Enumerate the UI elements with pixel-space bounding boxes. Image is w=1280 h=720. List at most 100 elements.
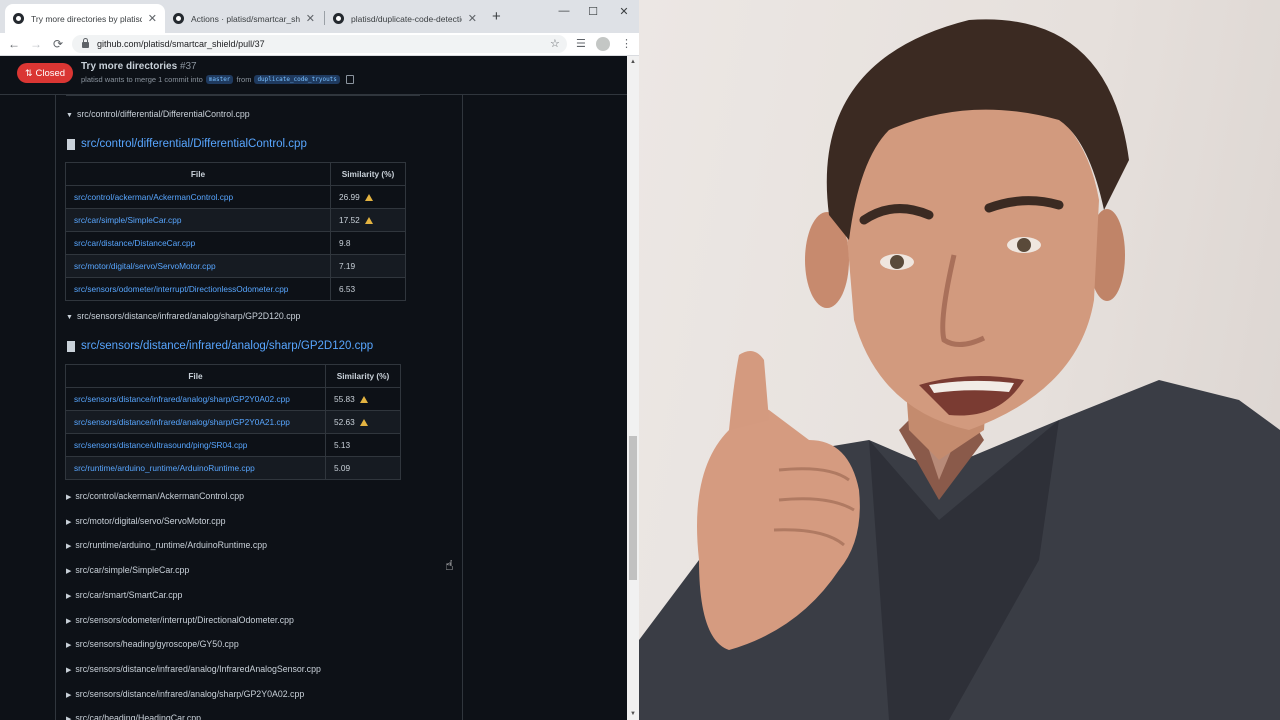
collapsed-triangle-icon: ▶ — [66, 494, 72, 501]
details-summary[interactable]: ▶ src/runtime/arduino_runtime/ArduinoRunt… — [66, 540, 267, 550]
details-summary-label: src/sensors/distance/infrared/analog/sha… — [76, 311, 301, 321]
close-tab-icon[interactable]: ✕ — [468, 12, 477, 25]
details-summary[interactable]: ▶ src/car/simple/SimpleCar.cpp — [66, 565, 189, 575]
similarity-cell: 5.13 — [325, 433, 401, 457]
file-heading-link[interactable]: src/control/differential/DifferentialCon… — [81, 138, 307, 150]
back-button[interactable]: ← — [6, 36, 22, 52]
table-row: src/car/simple/SimpleCar.cpp 17.52 — [65, 208, 406, 232]
file-link[interactable]: src/runtime/arduino_runtime/ArduinoRunti… — [65, 456, 326, 480]
github-icon — [333, 13, 344, 24]
collapsed-triangle-icon: ▶ — [66, 691, 72, 699]
details-summary[interactable]: ▶ src/control/ackerman/AckermanControl.cp… — [66, 491, 244, 501]
base-branch[interactable]: master — [205, 75, 234, 84]
details-summary-label: src/control/ackerman/AckermanControl.cpp — [75, 491, 245, 501]
close-window-button[interactable]: ✕ — [614, 5, 634, 18]
tab-strip: Try more directories by platisd · P ✕ Ac… — [0, 0, 639, 33]
reload-button[interactable]: ⟳ — [50, 36, 66, 52]
tab-pull-request[interactable]: Try more directories by platisd · P ✕ — [5, 4, 165, 33]
pr-closed-icon: ⇅ — [24, 67, 33, 78]
collapsed-triangle-icon: ▶ — [66, 642, 72, 650]
column-header-file: File — [65, 162, 331, 186]
details-summary-label: src/car/simple/SimpleCar.cpp — [75, 565, 190, 576]
similarity-cell: 55.83 — [325, 387, 401, 411]
bookmark-star-icon[interactable]: ☆ — [550, 37, 560, 51]
file-heading[interactable]: src/sensors/distance/infrared/analog/sha… — [67, 340, 373, 352]
pr-author[interactable]: platisd — [81, 75, 103, 84]
similarity-value: 55.83 — [334, 394, 355, 404]
new-tab-button[interactable]: + — [492, 9, 501, 24]
similarity-value: 6.53 — [339, 284, 356, 294]
address-bar[interactable]: github.com/platisd/smartcar_shield/pull/… — [72, 35, 567, 53]
details-summary[interactable]: ▶ src/car/smart/SmartCar.cpp — [66, 590, 182, 600]
file-heading[interactable]: src/control/differential/DifferentialCon… — [67, 138, 307, 150]
details-summary-label: src/runtime/arduino_runtime/ArduinoRunti… — [75, 540, 268, 551]
copy-icon[interactable] — [345, 75, 354, 84]
scrollbar-thumb[interactable] — [629, 436, 637, 580]
file-heading-link[interactable]: src/sensors/distance/infrared/analog/sha… — [81, 340, 373, 352]
mouse-cursor-icon: ☝ — [445, 557, 454, 573]
file-link[interactable]: src/sensors/distance/infrared/analog/sha… — [65, 410, 326, 434]
details-summary[interactable]: ▶ src/motor/digital/servo/ServoMotor.cpp — [66, 516, 225, 526]
url-text: github.com/platisd/smartcar_shield/pull/… — [97, 39, 265, 49]
close-tab-icon[interactable]: ✕ — [148, 12, 157, 25]
file-link[interactable]: src/car/simple/SimpleCar.cpp — [65, 208, 331, 232]
lock-icon — [82, 38, 89, 48]
github-icon — [173, 13, 184, 24]
maximize-button[interactable]: ☐ — [583, 5, 603, 18]
collapsed-triangle-icon: ▶ — [66, 543, 72, 551]
table-row: src/sensors/distance/ultrasound/ping/SR0… — [65, 433, 401, 457]
table-row: src/sensors/odometer/interrupt/Direction… — [65, 277, 406, 301]
details-summary[interactable]: ▶ src/sensors/distance/infrared/analog/In… — [66, 664, 321, 674]
similarity-table: File Similarity (%) src/control/ackerman… — [65, 162, 406, 301]
scroll-down-arrow-icon[interactable]: ▼ — [630, 711, 636, 717]
file-link[interactable]: src/sensors/odometer/interrupt/Direction… — [65, 277, 331, 301]
warning-icon — [359, 419, 368, 426]
reading-list-icon[interactable]: ☰ — [576, 37, 586, 51]
table-row: src/sensors/distance/infrared/analog/sha… — [65, 387, 401, 411]
details-summary[interactable]: ▶ src/sensors/heading/gyroscope/GY50.cpp — [66, 639, 239, 649]
warning-icon — [359, 396, 368, 403]
close-tab-icon[interactable]: ✕ — [306, 12, 315, 25]
browser-toolbar: ← → ⟳ github.com/platisd/smartcar_shield… — [0, 33, 639, 56]
expanded-triangle-icon: ▼ — [66, 314, 73, 321]
details-summary-label: src/motor/digital/servo/ServoMotor.cpp — [75, 515, 226, 526]
table-row: src/sensors/distance/infrared/analog/sha… — [65, 410, 401, 434]
tab-title: Try more directories by platisd · P — [31, 13, 142, 24]
warning-icon — [364, 217, 373, 224]
details-summary[interactable]: ▼ src/sensors/distance/infrared/analog/sh… — [66, 311, 300, 321]
tab-actions[interactable]: Actions · platisd/smartcar_shield ✕ — [165, 4, 323, 33]
similarity-value: 26.99 — [339, 192, 360, 202]
collapsed-triangle-icon: ▶ — [66, 617, 72, 625]
head-branch[interactable]: duplicate_code_tryouts — [254, 75, 340, 84]
file-link[interactable]: src/motor/digital/servo/ServoMotor.cpp — [65, 254, 331, 278]
details-summary[interactable]: ▶ src/sensors/odometer/interrupt/Directio… — [66, 615, 294, 625]
profile-avatar[interactable] — [596, 37, 610, 51]
collapsed-triangle-icon: ▶ — [66, 592, 72, 600]
similarity-cell: 26.99 — [330, 185, 406, 209]
similarity-value: 52.63 — [334, 417, 355, 427]
page-scrollbar[interactable]: ▲ ▼ — [627, 56, 639, 720]
similarity-cell: 9.8 — [330, 231, 406, 255]
details-summary[interactable]: ▶ src/car/heading/HeadingCar.cpp — [66, 713, 201, 720]
file-link[interactable]: src/control/ackerman/AckermanControl.cpp — [65, 185, 331, 209]
tab-title: Actions · platisd/smartcar_shield — [191, 13, 300, 24]
scroll-up-arrow-icon[interactable]: ▲ — [630, 59, 636, 65]
status-badge: ⇅ Closed — [17, 63, 73, 83]
forward-button[interactable]: → — [28, 36, 44, 52]
menu-icon[interactable]: ⋮ — [621, 37, 632, 51]
tab-duplicate-code-detection[interactable]: platisd/duplicate-code-detection ✕ — [325, 4, 485, 33]
details-summary-label: src/control/differential/DifferentialCon… — [76, 109, 250, 119]
file-link[interactable]: src/sensors/distance/ultrasound/ping/SR0… — [65, 433, 326, 457]
file-link[interactable]: src/sensors/distance/infrared/analog/sha… — [65, 387, 326, 411]
column-header-similarity: Similarity (%) — [325, 364, 401, 388]
pr-from-text: from — [236, 75, 252, 84]
pr-subtitle: platisd wants to merge 1 commit into mas… — [81, 75, 354, 84]
file-link[interactable]: src/car/distance/DistanceCar.cpp — [65, 231, 331, 255]
minimize-button[interactable]: — — [554, 5, 574, 17]
presenter-illustration — [639, 19, 1280, 720]
details-summary-label: src/sensors/odometer/interrupt/Direction… — [75, 614, 294, 625]
collapsed-triangle-icon: ▶ — [66, 666, 72, 674]
details-summary[interactable]: ▶ src/sensors/distance/infrared/analog/sh… — [66, 689, 304, 699]
similarity-value: 7.19 — [339, 261, 356, 271]
details-summary[interactable]: ▼ src/control/differential/DifferentialCo… — [66, 109, 250, 119]
